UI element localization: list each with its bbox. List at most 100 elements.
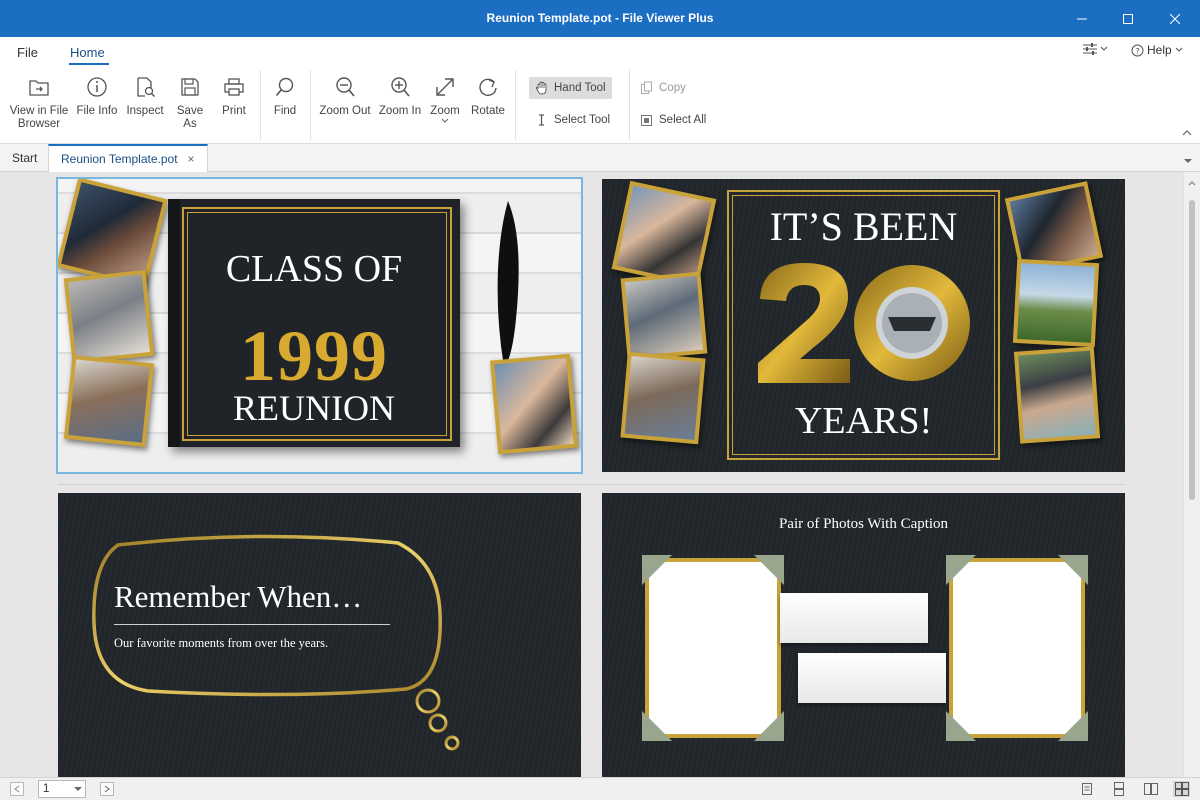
- select-all-icon: [641, 115, 652, 126]
- status-bar: 1: [0, 777, 1200, 800]
- info-icon: [87, 77, 107, 97]
- tab-close-icon[interactable]: ×: [188, 152, 195, 166]
- single-page-view-button[interactable]: [1078, 781, 1095, 797]
- select-all-button[interactable]: Select All: [634, 109, 712, 131]
- minimize-button[interactable]: [1059, 0, 1105, 37]
- document-viewer[interactable]: CLASS OF 1999 REUNION IT’S BEEN YEARS! R…: [0, 172, 1183, 777]
- zoom-in-icon: [391, 77, 410, 97]
- save-icon: [181, 78, 199, 96]
- scroll-up-icon: [1188, 181, 1196, 186]
- ribbon-separator: [515, 70, 516, 140]
- zoom-out-button[interactable]: Zoom Out: [318, 75, 372, 118]
- year-text: 1999: [240, 316, 388, 396]
- menu-bar: File Home ? Help: [0, 37, 1200, 67]
- copy-button[interactable]: Copy: [634, 77, 692, 99]
- find-button[interactable]: Find: [270, 75, 300, 118]
- select-tool-button[interactable]: Select Tool: [529, 109, 616, 131]
- arrow-left-icon: [14, 785, 20, 793]
- window-title: Reunion Template.pot - File Viewer Plus: [486, 11, 714, 25]
- page-number-value: 1: [43, 783, 50, 795]
- slide-photo: [620, 351, 706, 445]
- twenty-graphic: [758, 263, 970, 383]
- inspect-button[interactable]: Inspect: [124, 75, 166, 118]
- settings-dropdown[interactable]: [1083, 43, 1108, 55]
- page-number-select[interactable]: 1: [38, 780, 86, 798]
- hand-tool-button[interactable]: Hand Tool: [529, 77, 612, 99]
- view-in-file-browser-label-2: Browser: [17, 118, 61, 130]
- hand-tool-label: Hand Tool: [554, 82, 606, 94]
- caption-textbox: [798, 653, 946, 703]
- maximize-button[interactable]: [1105, 0, 1151, 37]
- rotate-icon: [479, 78, 497, 97]
- slide-4[interactable]: Pair of Photos With Caption: [602, 493, 1125, 777]
- zoom-out-icon: [336, 77, 355, 97]
- tab-reunion-template[interactable]: Reunion Template.pot ×: [48, 144, 208, 173]
- collapse-ribbon-button[interactable]: [1182, 125, 1192, 139]
- minimize-icon: [1077, 18, 1087, 19]
- menu-home[interactable]: Home: [70, 45, 105, 60]
- select-all-label: Select All: [659, 114, 707, 126]
- tab-list-dropdown[interactable]: [1184, 153, 1192, 167]
- zoom-in-label: Zoom In: [378, 105, 422, 117]
- tab-reunion-template-label: Reunion Template.pot: [61, 152, 178, 166]
- menu-home-underline: [69, 63, 109, 65]
- grid-pages-icon: [1174, 782, 1189, 796]
- file-info-label: File Info: [76, 105, 118, 117]
- single-page-icon: [1081, 783, 1092, 795]
- class-of-text: CLASS OF: [225, 248, 403, 290]
- tab-start-label: Start: [12, 151, 38, 165]
- slide-3[interactable]: Remember When… Our favorite moments from…: [58, 493, 581, 777]
- vertical-scrollbar[interactable]: [1183, 172, 1200, 777]
- rotate-button[interactable]: Rotate: [469, 75, 507, 118]
- photo-frame-left: [642, 555, 784, 741]
- reunion-text: REUNION: [233, 388, 395, 428]
- zoom-in-button[interactable]: Zoom In: [377, 75, 423, 118]
- help-button[interactable]: ? Help: [1131, 43, 1183, 57]
- expand-icon: [436, 78, 454, 96]
- chevron-up-icon: [1182, 130, 1192, 136]
- zoom-dropdown-button[interactable]: Zoom: [428, 75, 462, 124]
- remember-when-subtitle: Our favorite moments from over the years…: [114, 636, 329, 650]
- help-icon: ?: [1131, 44, 1144, 56]
- zoom-label: Zoom: [430, 105, 460, 117]
- caption-textbox: [780, 593, 928, 643]
- photo-frame-right: [946, 555, 1088, 741]
- chevron-down-icon: [1175, 47, 1183, 52]
- slide-1[interactable]: CLASS OF 1999 REUNION: [56, 177, 583, 474]
- menu-file[interactable]: File: [17, 45, 38, 60]
- search-icon: [275, 77, 294, 97]
- hand-icon: [535, 81, 547, 95]
- two-page-continuous-view-button[interactable]: [1173, 781, 1190, 797]
- printer-icon: [224, 78, 244, 96]
- save-as-label: Save As: [176, 105, 204, 130]
- view-in-file-browser-button[interactable]: View in File Browser: [8, 75, 70, 131]
- document-tab-bar: Start Reunion Template.pot ×: [0, 144, 1200, 173]
- print-button[interactable]: Print: [218, 75, 250, 118]
- close-window-button[interactable]: [1152, 0, 1198, 37]
- tab-start[interactable]: Start: [0, 144, 49, 172]
- previous-page-button[interactable]: [10, 782, 24, 796]
- years-text: YEARS!: [794, 400, 933, 442]
- two-page-icon: [1143, 783, 1158, 795]
- svg-text:?: ?: [1135, 47, 1139, 56]
- file-info-button[interactable]: File Info: [75, 75, 119, 118]
- slide-2[interactable]: IT’S BEEN YEARS!: [602, 179, 1125, 472]
- continuous-pages-icon: [1113, 782, 1124, 796]
- slide-photo: [63, 269, 155, 365]
- find-label: Find: [273, 105, 297, 117]
- scrollbar-thumb[interactable]: [1189, 200, 1195, 500]
- two-page-view-button[interactable]: [1142, 781, 1159, 797]
- title-divider: [114, 624, 390, 625]
- slide-photo: [490, 353, 578, 455]
- zoom-out-label: Zoom Out: [319, 105, 371, 117]
- title-bar: Reunion Template.pot - File Viewer Plus: [0, 0, 1200, 37]
- continuous-view-button[interactable]: [1110, 781, 1127, 797]
- folder-open-icon: [29, 80, 49, 96]
- save-as-button[interactable]: Save As: [169, 75, 211, 131]
- view-in-file-browser-label-1: View in File: [9, 105, 69, 117]
- copy-label: Copy: [659, 82, 686, 94]
- ribbon-separator: [310, 70, 311, 140]
- next-page-button[interactable]: [100, 782, 114, 796]
- chevron-down-icon: [441, 118, 449, 123]
- slide-caption: Pair of Photos With Caption: [778, 516, 949, 532]
